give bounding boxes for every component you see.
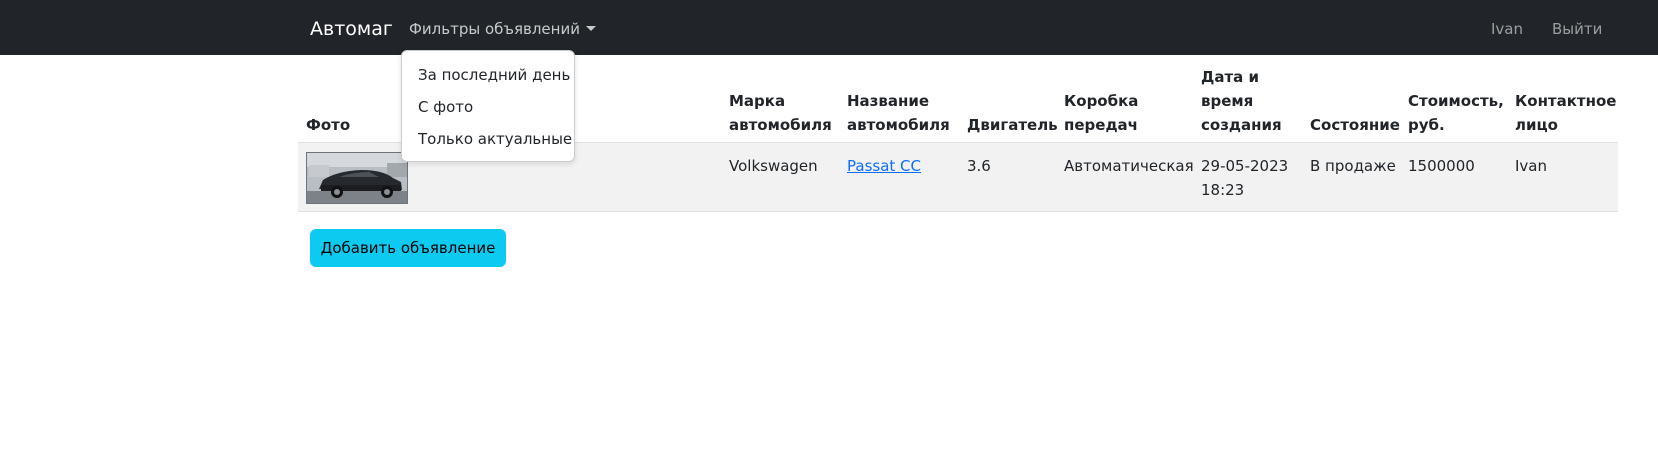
- cell-status: В продаже: [1310, 157, 1396, 175]
- filter-with-photo[interactable]: С фото: [418, 96, 473, 118]
- navbar: Автомаг Фильтры объявлений Ivan Выйти: [0, 0, 1658, 55]
- header-engine: Двигатель: [967, 116, 1058, 134]
- cell-created-date: 29-05-2023: [1201, 157, 1289, 175]
- filter-last-day[interactable]: За последний день: [418, 64, 570, 86]
- header-gearbox-line-2: передач: [1064, 116, 1138, 134]
- header-created: Дата и время создания: [1201, 65, 1282, 137]
- header-contact-line-2: лицо: [1515, 116, 1558, 134]
- header-created-line-3: создания: [1201, 116, 1282, 134]
- header-price: Стоимость, руб.: [1408, 89, 1504, 137]
- cell-brand: Volkswagen: [729, 157, 818, 175]
- cell-created-time: 18:23: [1201, 181, 1245, 199]
- car-name-link[interactable]: Passat CC: [847, 154, 921, 178]
- header-brand-line-2: автомобиля: [729, 116, 832, 134]
- cell-price: 1500000: [1408, 157, 1475, 175]
- header-photo: Фото: [306, 116, 351, 134]
- add-listing-button[interactable]: Добавить объявление: [310, 229, 506, 267]
- car-photo-image: [307, 153, 407, 203]
- filters-dropdown-label: Фильтры объявлений: [409, 20, 580, 38]
- filters-dropdown-toggle[interactable]: Фильтры объявлений: [409, 19, 596, 39]
- header-brand-line-1: Марка: [729, 92, 786, 110]
- filter-only-active[interactable]: Только актуальные: [418, 128, 572, 150]
- header-contact: Контактное лицо: [1515, 89, 1616, 137]
- header-created-line-1: Дата и: [1201, 68, 1260, 86]
- cell-created: 29-05-2023 18:23: [1201, 154, 1288, 202]
- header-price-line-1: Стоимость,: [1408, 92, 1504, 110]
- header-gearbox-line-1: Коробка: [1064, 92, 1139, 110]
- header-price-line-2: руб.: [1408, 116, 1445, 134]
- header-name: Название автомобиля: [847, 89, 950, 137]
- cell-contact: Ivan: [1515, 157, 1547, 175]
- header-brand: Марка автомобиля: [729, 89, 832, 137]
- filters-dropdown-menu: За последний день С фото Только актуальн…: [401, 50, 575, 162]
- header-name-line-1: Название: [847, 92, 930, 110]
- user-link[interactable]: Ivan: [1491, 19, 1523, 39]
- header-name-line-2: автомобиля: [847, 116, 950, 134]
- header-status: Состояние: [1310, 116, 1400, 134]
- logout-link[interactable]: Выйти: [1552, 19, 1602, 39]
- header-created-line-2: время: [1201, 92, 1254, 110]
- cell-gearbox: Автоматическая: [1064, 157, 1194, 175]
- header-gearbox: Коробка передач: [1064, 89, 1138, 137]
- header-contact-line-1: Контактное: [1515, 92, 1617, 110]
- brand-link[interactable]: Автомаг: [310, 17, 393, 41]
- caret-down-icon: [585, 26, 596, 31]
- car-photo[interactable]: [306, 152, 408, 204]
- cell-engine: 3.6: [967, 157, 991, 175]
